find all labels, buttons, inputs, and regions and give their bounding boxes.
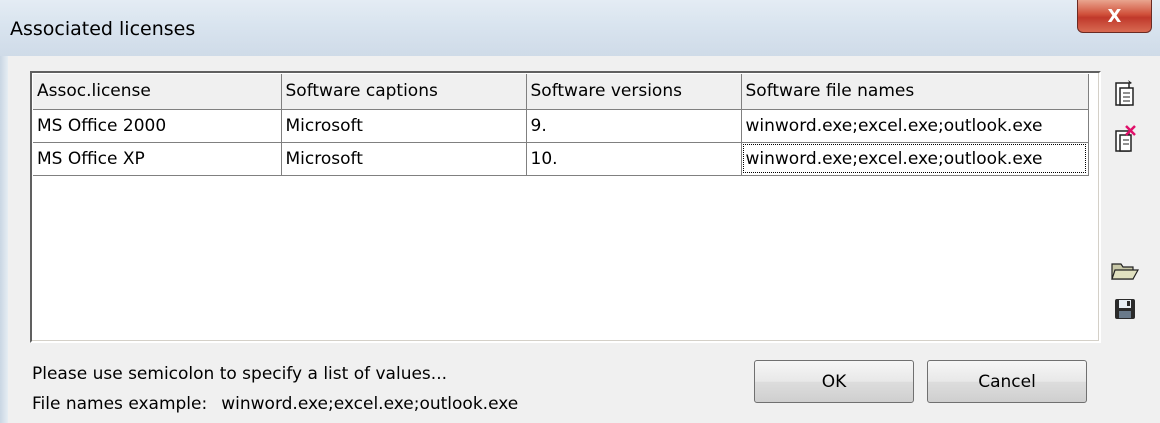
hint-example-value: winword.exe;excel.exe;outlook.exe [221,394,519,414]
hint-example-label: File names example: [32,394,208,414]
close-icon: X [1107,5,1122,27]
window-left-edge [0,56,8,423]
dialog-client-area: Assoc.license Software captions Software… [8,56,1152,423]
table-row[interactable]: MS Office 2000 Microsoft 9. winword.exe;… [33,109,1089,143]
save-disk-icon [1115,299,1135,319]
licenses-grid[interactable]: Assoc.license Software captions Software… [30,71,1101,343]
table-row[interactable]: MS Office XP Microsoft 10. winword.exe;e… [33,142,1089,176]
save-file-button[interactable] [1108,292,1142,326]
licenses-table: Assoc.license Software captions Software… [33,74,1089,176]
hint-file-names-example: File names example: winword.exe;excel.exe… [32,394,518,414]
grid-toolbar [1108,76,1144,336]
ok-button[interactable]: OK [754,360,914,403]
hint-semicolon: Please use semicolon to specify a list o… [32,364,447,384]
cell-software-versions[interactable]: 10. [526,142,742,176]
delete-row-icon [1115,125,1136,152]
title-bar[interactable]: Associated licenses [0,0,1160,56]
open-file-button[interactable] [1108,254,1142,288]
delete-row-button[interactable] [1108,122,1142,156]
add-row-icon [1115,80,1134,106]
cell-assoc-license[interactable]: MS Office 2000 [33,109,282,143]
column-header-assoc-license[interactable]: Assoc.license [33,74,282,110]
cell-software-versions[interactable]: 9. [526,109,742,143]
cell-software-file-names[interactable]: winword.exe;excel.exe;outlook.exe [741,109,1089,143]
associated-licenses-dialog: Associated licenses X Assoc.license Soft… [0,0,1160,423]
window-title: Associated licenses [10,18,196,40]
cancel-button[interactable]: Cancel [927,360,1087,403]
column-header-software-versions[interactable]: Software versions [526,74,742,110]
open-folder-icon [1111,263,1139,280]
column-header-software-captions[interactable]: Software captions [281,74,527,110]
close-button[interactable]: X [1077,0,1152,33]
cell-software-captions[interactable]: Microsoft [281,142,527,176]
grid-header-row: Assoc.license Software captions Software… [33,74,1089,110]
column-header-software-file-names[interactable]: Software file names [741,74,1089,110]
cell-assoc-license[interactable]: MS Office XP [33,142,282,176]
cell-software-captions[interactable]: Microsoft [281,109,527,143]
add-row-button[interactable] [1108,76,1142,110]
cell-software-file-names-focused[interactable]: winword.exe;excel.exe;outlook.exe [741,142,1089,176]
